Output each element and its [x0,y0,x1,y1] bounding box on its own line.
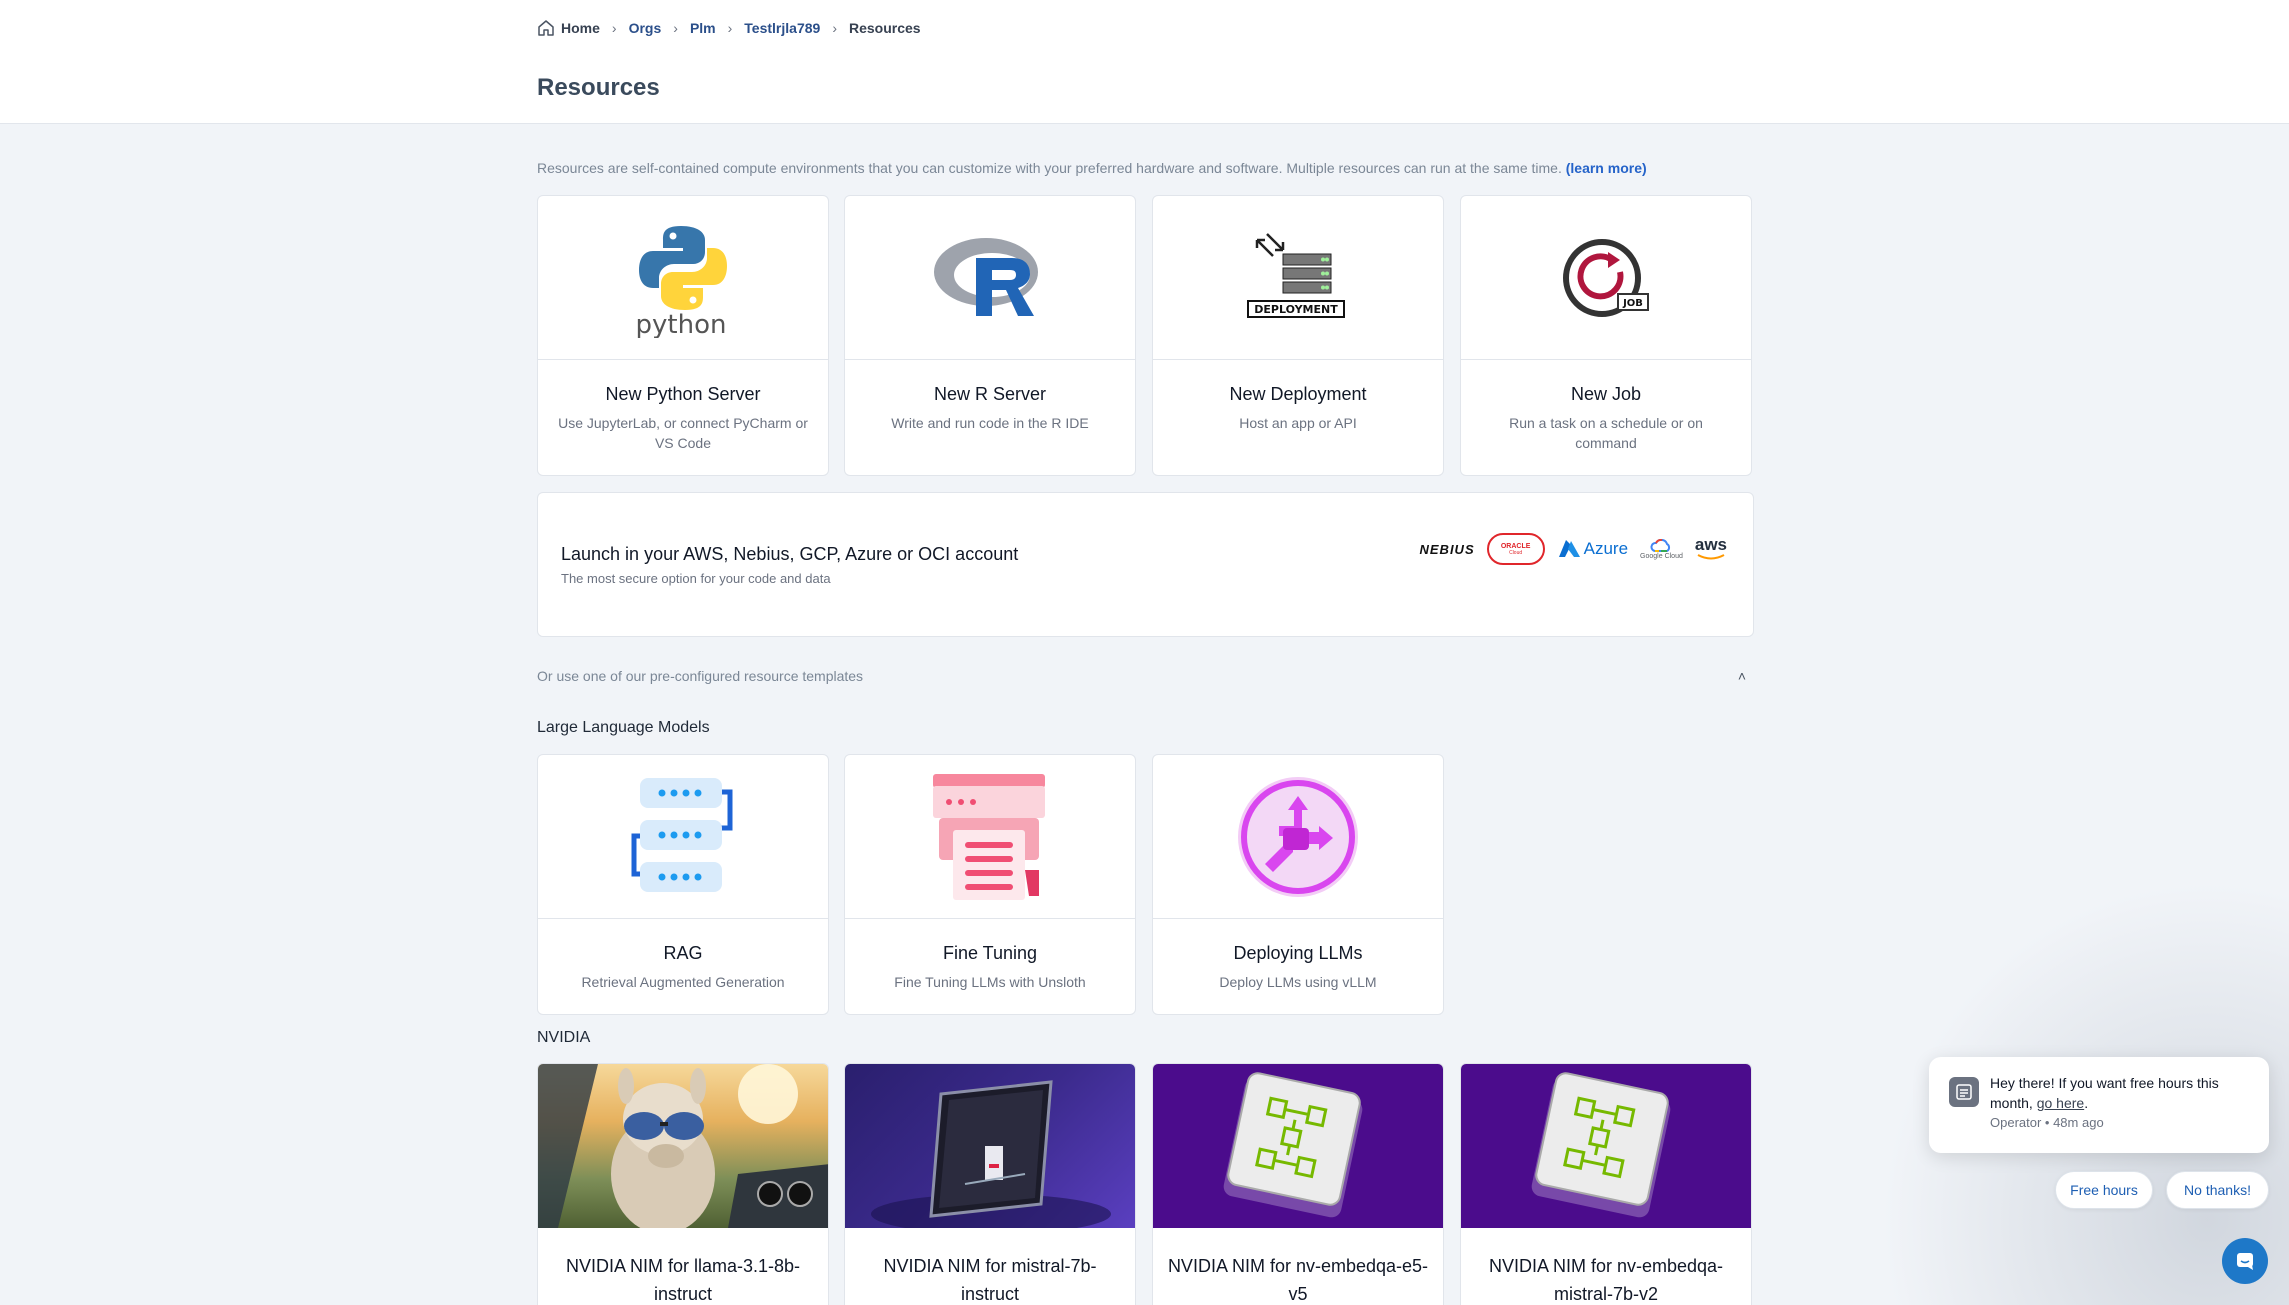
card-description: Deploy LLMs using vLLM [1219,974,1377,990]
cloud-provider-logos: NEBIUS ORACLE Cloud Azure Google Cloud a… [1419,533,1727,565]
templates-toggle[interactable]: Or use one of our pre-configured resourc… [537,668,1754,684]
google-cloud-logo-text: Google Cloud [1640,552,1683,560]
launch-cloud-subtitle: The most secure option for your code and… [561,571,831,586]
breadcrumb: Home › Orgs › Plm › Testlrjla789 › Resou… [537,16,921,40]
azure-logo-text: Azure [1583,539,1629,558]
breadcrumb-current: Resources [848,20,921,36]
nvidia-nim-embedqa-mistral-card[interactable]: NVIDIA NIM for nv-embedqa-mistral-7b-v2 [1460,1063,1752,1305]
deployment-icon: DEPLOYMENT [1153,196,1443,360]
card-title: NVIDIA NIM for llama-3.1-8b-instruct [565,1256,801,1304]
free-hours-button[interactable]: Free hours [2055,1171,2153,1209]
card-title: NVIDIA NIM for nv-embedqa-mistral-7b-v2 [1488,1256,1724,1304]
card-description: Write and run code in the R IDE [891,415,1089,431]
chat-launcher-button[interactable] [2222,1238,2268,1284]
card-title: Fine Tuning [942,943,1038,963]
google-cloud-icon [1650,538,1671,552]
oracle-cloud-logo: ORACLE Cloud [1486,533,1545,565]
mistral-thumbnail-image [845,1064,1135,1228]
azure-logo: Azure [1557,539,1628,559]
new-r-server-card[interactable]: R New R Server Write and run code in the… [844,195,1136,476]
operator-avatar-icon [1949,1077,1979,1107]
home-icon [538,20,554,36]
new-deployment-card[interactable]: DEPLOYMENT New Deployment Host an app or… [1152,195,1444,476]
chevron-up-icon[interactable]: ˄ [1738,668,1746,684]
azure-icon [1558,540,1580,557]
launch-cloud-card[interactable]: Launch in your AWS, Nebius, GCP, Azure o… [537,492,1754,637]
new-job-card[interactable]: JOB New Job Run a task on a schedule or … [1460,195,1752,476]
card-description: Retrieval Augmented Generation [581,974,785,990]
job-icon-text: JOB [1622,298,1643,309]
card-title: New R Server [933,384,1047,404]
embedqa-e5-thumbnail-image [1153,1064,1443,1228]
embedqa-mistral-thumbnail-image [1461,1064,1751,1228]
chevron-right-icon: › [611,20,617,36]
page-header: Home › Orgs › Plm › Testlrjla789 › Resou… [0,0,2289,124]
chat-message-body: Hey there! If you want free hours this m… [1990,1075,2219,1111]
python-logo: python [538,196,828,360]
breadcrumb-orgs[interactable]: Orgs [629,20,662,36]
nvidia-nim-llama-card[interactable]: NVIDIA NIM for llama-3.1-8b-instruct [537,1063,829,1305]
chevron-right-icon: › [727,20,733,36]
chat-message-bubble[interactable]: Hey there! If you want free hours this m… [1929,1057,2269,1153]
card-description: Fine Tuning LLMs with Unsloth [894,974,1086,990]
google-cloud-logo: Google Cloud [1640,538,1683,560]
breadcrumb-home[interactable]: Home [537,19,600,37]
intro-text: Resources are self-contained compute env… [537,160,1562,176]
templates-toggle-label: Or use one of our pre-configured resourc… [537,668,864,684]
chat-message-meta: Operator • 48m ago [1990,1115,2104,1130]
card-description: Use JupyterLab, or connect PyCharm or VS… [558,415,808,451]
nvidia-nim-mistral-card[interactable]: NVIDIA NIM for mistral-7b-instruct [844,1063,1136,1305]
deploying-llms-icon [1153,755,1443,919]
card-title: New Deployment [1229,384,1367,404]
llama-pilot-image [538,1064,828,1228]
llm-section-title: Large Language Models [537,719,710,736]
card-title: NVIDIA NIM for nv-embedqa-e5-v5 [1167,1256,1429,1304]
chat-icon [2237,1253,2253,1270]
page-title: Resources [537,74,660,101]
rag-icon [538,755,828,919]
oracle-logo-text: ORACLE [1500,542,1531,550]
chevron-right-icon: › [832,20,837,36]
breadcrumb-org[interactable]: Plm [690,20,716,36]
nebius-logo: NEBIUS [1419,541,1475,557]
breadcrumb-home-label: Home [561,20,600,36]
rag-template-card[interactable]: RAG Retrieval Augmented Generation [537,754,829,1015]
no-thanks-button[interactable]: No thanks! [2166,1171,2269,1209]
card-title: New Python Server [605,384,761,404]
deploying-llms-template-card[interactable]: Deploying LLMs Deploy LLMs using vLLM [1152,754,1444,1015]
aws-smile-icon [1697,554,1725,560]
chat-message-end: . [2084,1095,2089,1111]
aws-logo-text: aws [1694,535,1727,554]
aws-logo: aws [1694,535,1727,561]
resources-intro: Resources are self-contained compute env… [537,160,1647,176]
r-logo-text: R [930,228,931,229]
launch-cloud-title: Launch in your AWS, Nebius, GCP, Azure o… [561,544,1019,564]
card-title: New Job [1570,384,1642,404]
r-logo: R [845,196,1135,360]
new-python-server-card[interactable]: python New Python Server Use JupyterLab,… [537,195,829,476]
chat-message-text: Hey there! If you want free hours this m… [1990,1073,2253,1113]
card-description: Run a task on a schedule or on command [1509,415,1703,451]
chevron-right-icon: › [673,20,678,36]
deployment-icon-text: DEPLOYMENT [1254,303,1338,316]
breadcrumb-project[interactable]: Testlrjla789 [744,20,820,36]
card-title: RAG [663,943,703,963]
nvidia-nim-embedqa-e5-card[interactable]: NVIDIA NIM for nv-embedqa-e5-v5 [1152,1063,1444,1305]
job-icon: JOB [1461,196,1751,360]
python-logo-text: python [636,310,727,338]
card-description: Host an app or API [1239,415,1357,431]
nvidia-section-title: NVIDIA [537,1029,591,1046]
fine-tuning-icon [845,755,1135,919]
learn-more-link[interactable]: (learn more) [1566,160,1647,176]
fine-tuning-template-card[interactable]: Fine Tuning Fine Tuning LLMs with Unslot… [844,754,1136,1015]
oracle-logo-subtext: Cloud [1509,549,1523,556]
card-title: NVIDIA NIM for mistral-7b-instruct [883,1256,1097,1304]
chat-go-here-link[interactable]: go here [2037,1095,2084,1111]
card-title: Deploying LLMs [1233,943,1363,963]
